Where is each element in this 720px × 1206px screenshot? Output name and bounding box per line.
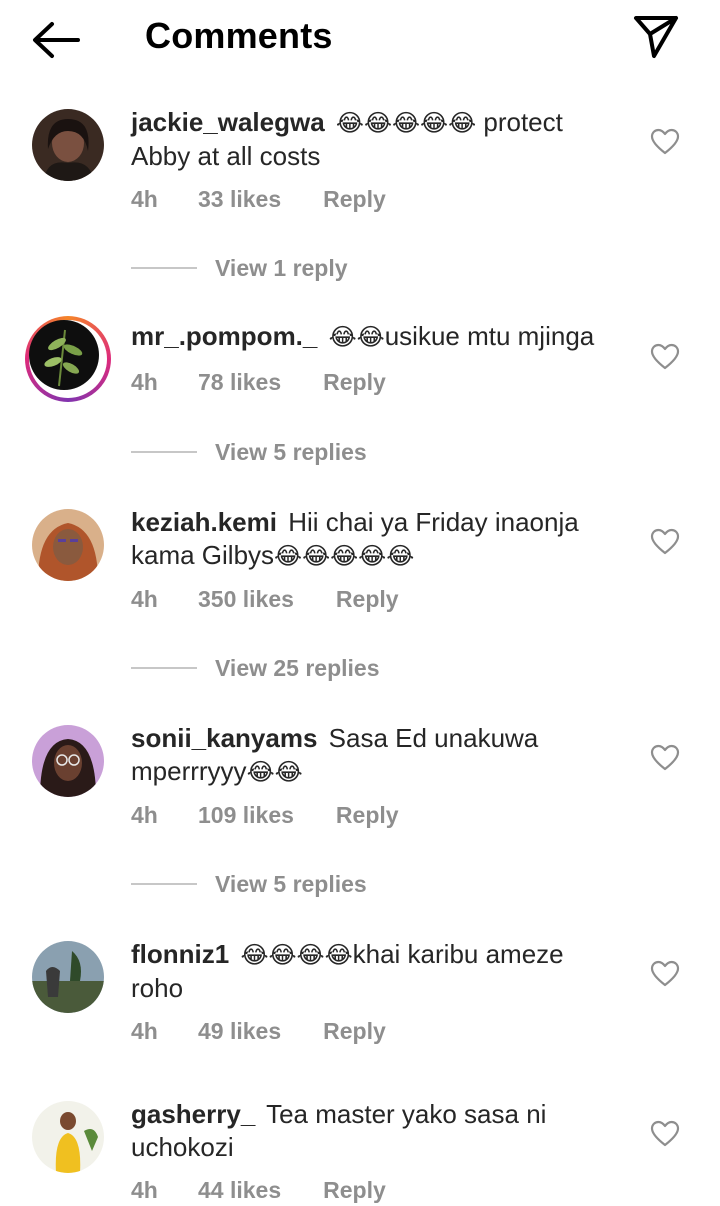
- comment-time: 4h: [131, 1177, 158, 1203]
- view-replies-button[interactable]: View 1 reply: [131, 255, 348, 282]
- comment-meta: 4h 109 likes Reply: [131, 802, 399, 829]
- divider-line: [131, 450, 197, 453]
- comment-meta: 4h 78 likes Reply: [131, 369, 386, 396]
- avatar[interactable]: [32, 1101, 104, 1173]
- emoji-sequence: 😂😂: [246, 758, 303, 786]
- view-replies-label: View 5 replies: [215, 871, 367, 897]
- comment-body: usikue mtu mjinga: [384, 321, 595, 351]
- comment-time: 4h: [131, 802, 158, 828]
- username[interactable]: sonii_kanyams: [131, 723, 317, 753]
- heart-icon[interactable]: [650, 128, 680, 156]
- comment-meta: 4h 49 likes Reply: [131, 1018, 386, 1045]
- heart-icon[interactable]: [650, 744, 680, 772]
- comment-text: flonniz1 😂😂😂😂khai karibu ameze roho: [131, 938, 621, 1005]
- comment-text: gasherry_ Tea master yako sasa ni uchoko…: [131, 1098, 621, 1164]
- avatar[interactable]: [32, 109, 104, 181]
- like-count[interactable]: 33 likes: [198, 186, 281, 213]
- heart-icon[interactable]: [650, 343, 680, 371]
- username[interactable]: keziah.kemi: [131, 507, 277, 537]
- reply-button[interactable]: Reply: [336, 586, 399, 613]
- page-title: Comments: [145, 15, 333, 56]
- reply-button[interactable]: Reply: [336, 802, 399, 829]
- username[interactable]: jackie_walegwa: [131, 107, 325, 137]
- header-bar: Comments: [0, 0, 720, 80]
- avatar[interactable]: [32, 725, 104, 797]
- heart-icon[interactable]: [650, 528, 680, 556]
- direct-message-icon[interactable]: [632, 14, 680, 60]
- reply-button[interactable]: Reply: [323, 186, 386, 213]
- comment-text: keziah.kemi Hii chai ya Friday inaonja k…: [131, 506, 621, 573]
- emoji-sequence: 😂😂😂😂😂: [274, 542, 415, 570]
- like-count[interactable]: 49 likes: [198, 1018, 281, 1045]
- like-count[interactable]: 109 likes: [198, 802, 294, 829]
- username[interactable]: flonniz1: [131, 939, 229, 969]
- comment-meta: 4h 350 likes Reply: [131, 586, 399, 613]
- view-replies-label: View 5 replies: [215, 439, 367, 465]
- comment-meta: 4h 44 likes Reply: [131, 1177, 386, 1204]
- view-replies-button[interactable]: View 5 replies: [131, 871, 367, 898]
- divider-line: [131, 266, 197, 269]
- divider-line: [131, 666, 197, 669]
- view-replies-label: View 25 replies: [215, 655, 380, 681]
- heart-icon[interactable]: [650, 1120, 680, 1148]
- like-count[interactable]: 350 likes: [198, 586, 294, 613]
- username[interactable]: gasherry_: [131, 1099, 255, 1129]
- username[interactable]: mr_.pompom._: [131, 321, 317, 351]
- emoji-sequence: 😂😂😂😂😂: [335, 109, 477, 137]
- comment-time: 4h: [131, 186, 158, 212]
- comment-time: 4h: [131, 369, 158, 395]
- comment-meta: 4h 33 likes Reply: [131, 186, 386, 213]
- view-replies-button[interactable]: View 25 replies: [131, 655, 380, 682]
- like-count[interactable]: 78 likes: [198, 369, 281, 396]
- heart-icon[interactable]: [650, 960, 680, 988]
- view-replies-button[interactable]: View 5 replies: [131, 439, 367, 466]
- back-arrow-icon[interactable]: [30, 20, 82, 60]
- view-replies-label: View 1 reply: [215, 255, 348, 281]
- comment-text: mr_.pompom._ 😂😂usikue mtu mjinga: [131, 320, 621, 354]
- divider-line: [131, 882, 197, 885]
- comment-text: jackie_walegwa 😂😂😂😂😂 protect Abby at all…: [131, 106, 621, 173]
- avatar-story-ring[interactable]: [25, 316, 111, 402]
- avatar[interactable]: [32, 941, 104, 1013]
- comment-text: sonii_kanyams Sasa Ed unakuwa mperrryyy😂…: [131, 722, 621, 789]
- like-count[interactable]: 44 likes: [198, 1177, 281, 1204]
- emoji-sequence: 😂😂😂😂: [240, 941, 353, 969]
- avatar[interactable]: [29, 320, 99, 390]
- emoji-sequence: 😂😂: [328, 323, 385, 351]
- reply-button[interactable]: Reply: [323, 369, 386, 396]
- avatar[interactable]: [32, 509, 104, 581]
- reply-button[interactable]: Reply: [323, 1177, 386, 1204]
- comment-time: 4h: [131, 1018, 158, 1044]
- reply-button[interactable]: Reply: [323, 1018, 386, 1045]
- comment-time: 4h: [131, 586, 158, 612]
